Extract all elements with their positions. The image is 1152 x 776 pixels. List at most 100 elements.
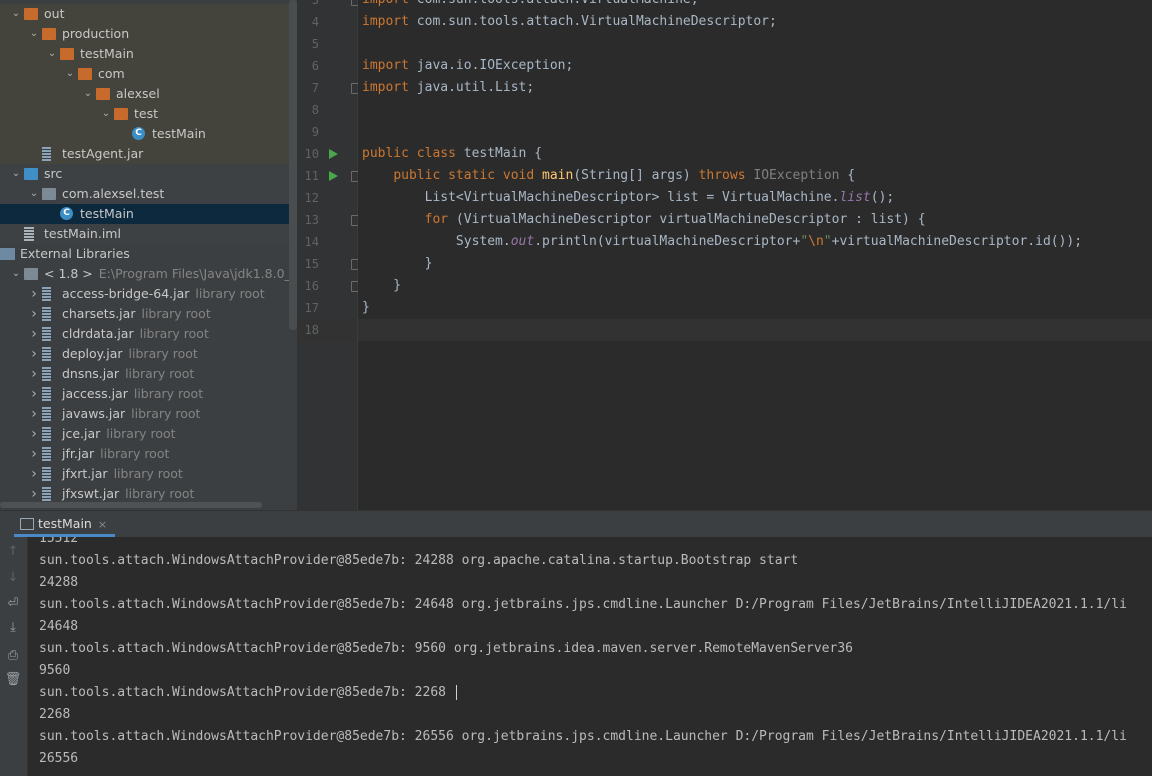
- chevron-right-icon[interactable]: ›: [28, 364, 40, 384]
- console-line: 26556: [39, 751, 79, 766]
- chevron-down-icon[interactable]: ⌄: [64, 64, 76, 84]
- tree-item-label: testMain: [80, 206, 134, 221]
- tree-item-hint: library root: [131, 406, 201, 421]
- line-number: 14: [304, 235, 319, 249]
- tree-item-label: cldrdata.jar library root: [62, 326, 209, 341]
- chevron-down-icon[interactable]: ⌄: [46, 44, 58, 64]
- tree-item[interactable]: › deploy.jar library root: [0, 344, 290, 364]
- tree-item[interactable]: › jfr.jar library root: [0, 444, 290, 464]
- chevron-right-icon[interactable]: ›: [28, 404, 40, 424]
- chevron-right-icon[interactable]: ›: [28, 424, 40, 444]
- code-line: System.out.println(virtualMachineDescrip…: [362, 234, 1083, 249]
- jar-icon: [42, 407, 51, 421]
- chevron-down-icon[interactable]: ⌄: [10, 4, 22, 24]
- line-number: 6: [311, 59, 319, 73]
- jdk-icon: [24, 268, 38, 280]
- tree-item-label: jfr.jar library root: [62, 446, 170, 461]
- chevron-right-icon[interactable]: ›: [28, 444, 40, 464]
- console-output[interactable]: 15512 sun.tools.attach.WindowsAttachProvi…: [28, 537, 1152, 776]
- tree-item-label: < 1.8 > E:\Program Files\Java\jdk1.8.0_22…: [44, 264, 297, 284]
- tree-item[interactable]: testAgent.jar: [0, 144, 290, 164]
- line-number: 3: [311, 0, 319, 7]
- jar-icon: [42, 467, 51, 481]
- tree-item[interactable]: › jce.jar library root: [0, 424, 290, 444]
- tree-item[interactable]: › javaws.jar library root: [0, 404, 290, 424]
- class-icon: C: [60, 207, 73, 220]
- chevron-right-icon[interactable]: ›: [28, 304, 40, 324]
- tree-item[interactable]: ⌄External Libraries: [0, 244, 290, 264]
- console-line: 2268: [39, 707, 71, 722]
- console-line: sun.tools.attach.WindowsAttachProvider@8…: [39, 682, 457, 704]
- chevron-right-icon[interactable]: ›: [28, 344, 40, 364]
- tree-item[interactable]: › jfxrt.jar library root: [0, 464, 290, 484]
- chevron-down-icon[interactable]: ⌄: [82, 84, 94, 104]
- tree-item-label: jaccess.jar library root: [62, 386, 204, 401]
- tree-item-label: access-bridge-64.jar library root: [62, 286, 265, 301]
- chevron-right-icon[interactable]: ›: [28, 464, 40, 484]
- tree-item[interactable]: ⌄ com: [0, 64, 290, 84]
- chevron-right-icon[interactable]: ›: [28, 484, 40, 504]
- tree-item[interactable]: › cldrdata.jar library root: [0, 324, 290, 344]
- up-arrow-icon[interactable]: ↑: [4, 543, 22, 561]
- folder-orange-icon: [114, 108, 128, 120]
- chevron-right-icon[interactable]: ›: [28, 324, 40, 344]
- code-line: public static void main(String[] args) t…: [393, 168, 856, 183]
- iml-icon: [24, 227, 34, 241]
- tree-item[interactable]: › dnsns.jar library root: [0, 364, 290, 384]
- tree-item[interactable]: testMain.iml: [0, 224, 290, 244]
- tree-item[interactable]: ⌄ src: [0, 164, 290, 184]
- jar-icon: [42, 147, 51, 161]
- line-number: 12: [304, 191, 319, 205]
- run-gutter-icon[interactable]: [329, 149, 338, 159]
- tree-item[interactable]: ⌄ test: [0, 104, 290, 124]
- console-line: sun.tools.attach.WindowsAttachProvider@8…: [39, 553, 799, 568]
- close-tab-icon[interactable]: ×: [98, 518, 107, 531]
- tree-item[interactable]: ⌄ out: [0, 4, 290, 24]
- code-line: public class testMain {: [362, 146, 543, 161]
- tree-item-label: jce.jar library root: [62, 426, 176, 441]
- chevron-right-icon[interactable]: ›: [28, 284, 40, 304]
- line-number: 7: [311, 81, 319, 95]
- console-line: sun.tools.attach.WindowsAttachProvider@8…: [39, 729, 1127, 744]
- run-tab-testmain[interactable]: testMain ×: [14, 511, 116, 537]
- line-number: 10: [304, 147, 319, 161]
- chevron-down-icon[interactable]: ⌄: [10, 164, 22, 184]
- run-panel-header: testMain ×: [0, 510, 1152, 537]
- tree-item-label: com: [98, 66, 125, 81]
- down-arrow-icon[interactable]: ↓: [4, 569, 22, 587]
- tree-item[interactable]: CtestMain: [0, 204, 290, 224]
- scroll-to-end-icon[interactable]: ⤓: [4, 619, 22, 637]
- console-line: sun.tools.attach.WindowsAttachProvider@8…: [39, 597, 1127, 612]
- tree-item[interactable]: ⌄ testMain: [0, 44, 290, 64]
- project-horizontal-scrollbar[interactable]: [0, 502, 262, 508]
- tree-item-hint: library root: [128, 346, 198, 361]
- chevron-right-icon[interactable]: ›: [28, 384, 40, 404]
- tree-item[interactable]: ⌄ alexsel: [0, 84, 290, 104]
- tree-item[interactable]: › jaccess.jar library root: [0, 384, 290, 404]
- run-gutter-icon[interactable]: [329, 171, 338, 181]
- tree-item[interactable]: ⌄ production: [0, 24, 290, 44]
- tree-item-hint: library root: [195, 286, 265, 301]
- chevron-down-icon[interactable]: ⌄: [28, 184, 40, 204]
- tree-item-label: testMain.iml: [44, 226, 121, 241]
- tree-item[interactable]: › access-bridge-64.jar library root: [0, 284, 290, 304]
- trash-icon[interactable]: 🗑: [4, 671, 22, 689]
- chevron-down-icon[interactable]: ⌄: [10, 264, 22, 284]
- tree-item[interactable]: CtestMain: [0, 124, 290, 144]
- package-icon: [42, 188, 56, 200]
- print-icon[interactable]: ⎙: [4, 647, 22, 665]
- project-vertical-scrollbar[interactable]: [289, 0, 297, 330]
- tree-item[interactable]: › charsets.jar library root: [0, 304, 290, 324]
- tree-item-label: testAgent.jar: [62, 146, 144, 161]
- chevron-down-icon[interactable]: ⌄: [100, 104, 112, 124]
- soft-wrap-icon[interactable]: ⏎: [4, 595, 22, 613]
- tree-item-hint: library root: [100, 446, 170, 461]
- chevron-down-icon[interactable]: ⌄: [28, 24, 40, 44]
- tree-item[interactable]: ⌄ com.alexsel.test: [0, 184, 290, 204]
- code-line: List<VirtualMachineDescriptor> list = Vi…: [362, 190, 895, 205]
- current-line-highlight: [358, 319, 1152, 341]
- line-number: 13: [304, 213, 319, 227]
- tree-item[interactable]: › jfxswt.jar library root: [0, 484, 290, 504]
- code-editor[interactable]: import com.sun.tools.attach.VirtualMachi…: [358, 0, 1152, 510]
- tree-item[interactable]: ⌄ < 1.8 > E:\Program Files\Java\jdk1.8.0_2…: [0, 264, 297, 284]
